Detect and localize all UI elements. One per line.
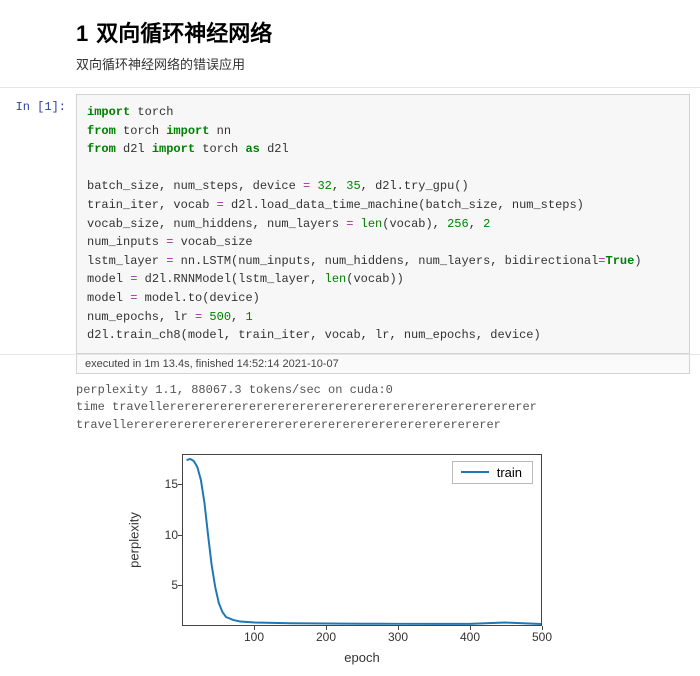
y-tick-label: 15 bbox=[158, 477, 178, 491]
output-line: travellerererererererererererererererere… bbox=[76, 418, 501, 432]
legend-swatch bbox=[461, 471, 489, 473]
code-content: import torch from torch import nn from d… bbox=[87, 103, 679, 345]
x-tick-label: 500 bbox=[532, 630, 552, 644]
x-tick-label: 400 bbox=[460, 630, 480, 644]
subtitle: 双向循环神经网络的错误应用 bbox=[76, 54, 700, 73]
plot-area: train bbox=[182, 454, 542, 626]
x-axis-label: epoch bbox=[344, 650, 379, 665]
heading-text: 双向循环神经网络 bbox=[96, 21, 272, 46]
cell-output: perplexity 1.1, 88067.3 tokens/sec on cu… bbox=[76, 382, 690, 434]
training-chart: perplexity epoch train 5 10 15 100 200 300 400… bbox=[120, 446, 580, 676]
x-tick-label: 100 bbox=[244, 630, 264, 644]
chart-legend: train bbox=[452, 461, 533, 484]
x-tick-label: 200 bbox=[316, 630, 336, 644]
output-line: time travellerererererererererererererer… bbox=[76, 400, 537, 414]
page-title: 1 双向循环神经网络 bbox=[76, 16, 700, 48]
legend-label: train bbox=[497, 465, 522, 480]
y-tick-label: 5 bbox=[158, 578, 178, 592]
code-input-area[interactable]: import torch from torch import nn from d… bbox=[76, 94, 690, 354]
heading-number: 1 bbox=[76, 21, 88, 46]
code-cell: In [1]: import torch from torch import n… bbox=[0, 87, 700, 355]
y-axis-label: perplexity bbox=[127, 512, 142, 568]
execution-status: executed in 1m 13.4s, finished 14:52:14 … bbox=[76, 355, 690, 374]
output-line: perplexity 1.1, 88067.3 tokens/sec on cu… bbox=[76, 383, 393, 397]
cell-prompt: In [1]: bbox=[0, 94, 76, 354]
y-tick-label: 10 bbox=[158, 528, 178, 542]
x-tick-label: 300 bbox=[388, 630, 408, 644]
